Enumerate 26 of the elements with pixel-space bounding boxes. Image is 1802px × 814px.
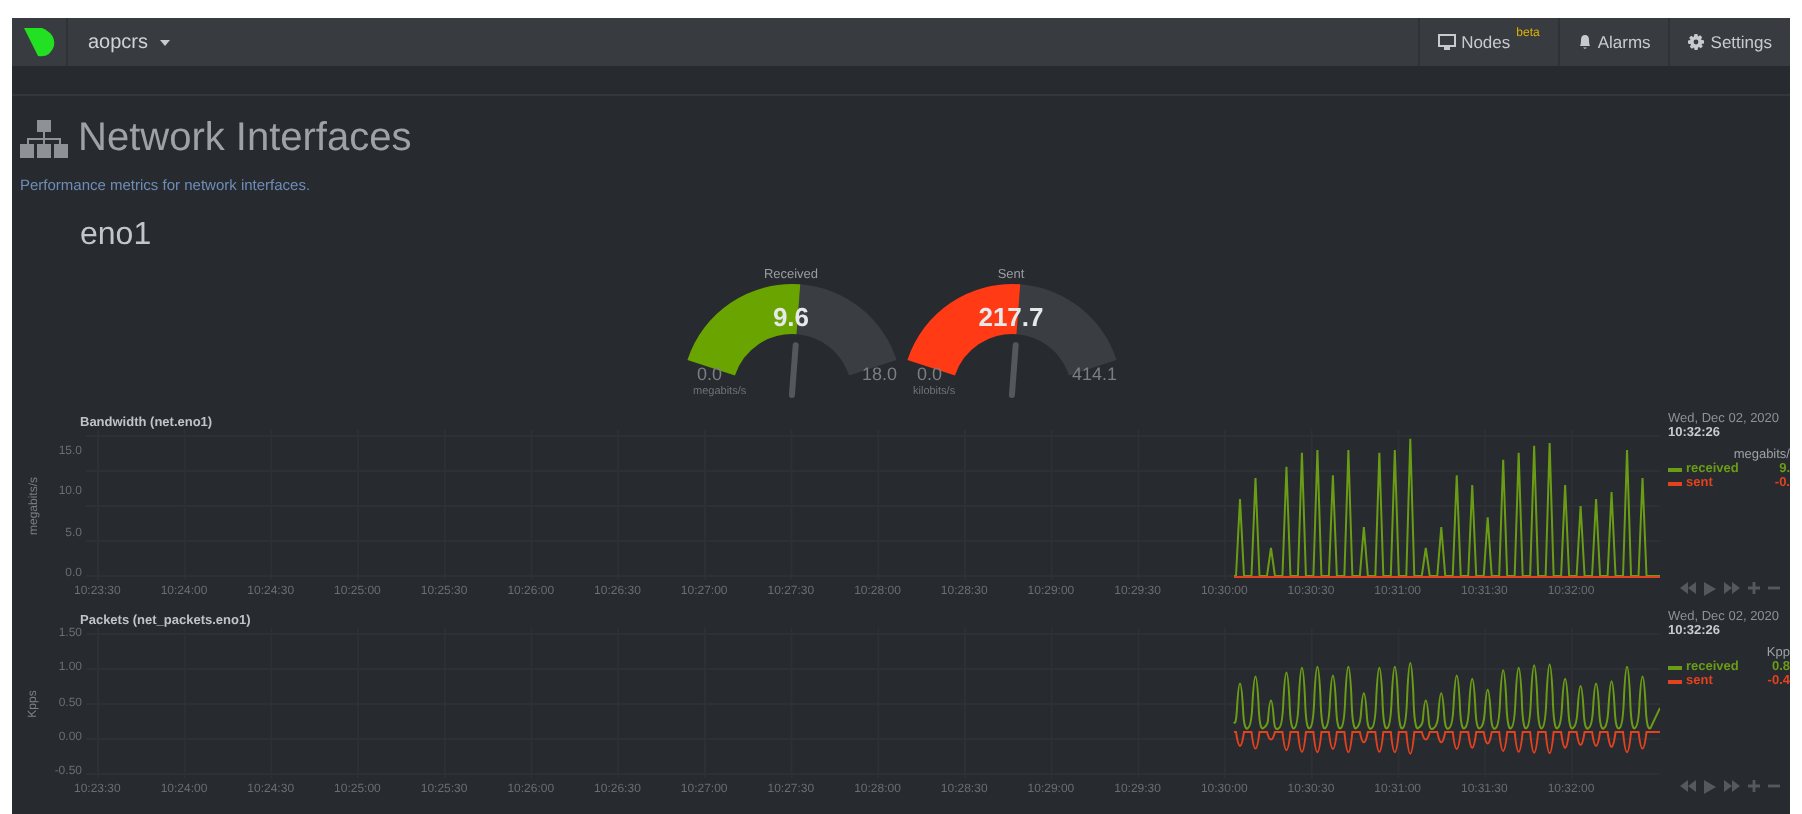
caret-icon	[160, 39, 171, 45]
section-title: eno1	[80, 218, 154, 254]
sitemap-icon	[20, 119, 68, 159]
monitor-icon	[1437, 34, 1456, 50]
play-icon[interactable]	[1704, 582, 1716, 596]
settings-icon	[1688, 34, 1705, 50]
gauge-max: 414.1	[1071, 364, 1117, 384]
play-icon[interactable]	[1704, 780, 1716, 794]
nav-item[interactable]: Alarms	[1557, 18, 1669, 66]
gauge-min: 0.0	[917, 364, 943, 384]
gauge-needle	[787, 341, 798, 399]
logo-icon[interactable]	[23, 26, 55, 58]
gauge-min: 0.0	[697, 364, 723, 384]
host-menu[interactable]: aopcrs	[68, 18, 191, 66]
zoom-in-icon[interactable]	[1748, 780, 1760, 792]
fast-forward-icon[interactable]	[1724, 780, 1740, 792]
bell-icon	[1577, 34, 1592, 50]
nav-item[interactable]: Settings	[1668, 18, 1790, 66]
gauge-needle	[1007, 341, 1018, 399]
fast-forward-icon[interactable]	[1724, 582, 1740, 594]
rewind-icon[interactable]	[1680, 780, 1696, 792]
gauge-value: 9.6	[770, 302, 812, 332]
zoom-in-icon[interactable]	[1748, 582, 1760, 594]
page-title: Network Interfaces	[78, 116, 412, 162]
gauge-max: 18.0	[861, 364, 897, 384]
rewind-icon[interactable]	[1680, 582, 1696, 594]
